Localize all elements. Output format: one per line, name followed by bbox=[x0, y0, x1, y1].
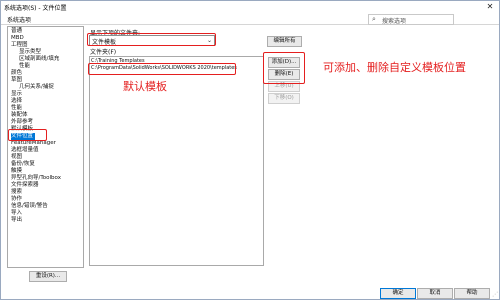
default-template-annotation: 默认模板 bbox=[123, 80, 167, 93]
tree-item-area-hatch[interactable]: 区域剖面线/填充 bbox=[19, 56, 59, 63]
tree-item-hole-wizard-toolbox[interactable]: 异型孔向导/Toolbox bbox=[11, 175, 61, 182]
move-down-button[interactable]: 下移(O) bbox=[268, 93, 300, 104]
tab-system-options[interactable]: 系统选项 bbox=[7, 15, 31, 24]
tree-item-selection[interactable]: 选择 bbox=[11, 98, 22, 105]
search-placeholder: 搜索选项 bbox=[382, 18, 407, 25]
reset-button[interactable]: 重设(R)... bbox=[29, 271, 67, 282]
default-template-highlight bbox=[88, 63, 236, 75]
cancel-button[interactable]: 取消 bbox=[417, 288, 453, 299]
options-tree[interactable]: 普通 MBD 工程图 显示类型 区域剖面线/填充 性能 颜色 草图 几何关系/捕… bbox=[7, 26, 84, 268]
tree-item-view[interactable]: 视图 bbox=[11, 154, 22, 161]
tree-item-collaboration[interactable]: 协作 bbox=[11, 196, 22, 203]
tree-item-general[interactable]: 普通 bbox=[11, 28, 22, 35]
window-title: 系统选项(S) - 文件位置 bbox=[4, 5, 67, 12]
tree-item-export[interactable]: 导出 bbox=[11, 217, 22, 224]
tree-item-external-references[interactable]: 外部参考 bbox=[11, 119, 33, 126]
search-icon: ⌕ bbox=[372, 15, 376, 23]
tree-item-touch[interactable]: 触摸 bbox=[11, 168, 22, 175]
options-dialog: 系统选项(S) - 文件位置 ✕ 系统选项 ⌕ 搜索选项 普通 MBD 工程图 … bbox=[0, 0, 500, 300]
folders-list[interactable]: C:\Training Templates C:\ProgramData\Sol… bbox=[89, 56, 264, 266]
tree-item-drawings[interactable]: 工程图 bbox=[11, 42, 28, 49]
tree-item-relations-snaps[interactable]: 几何关系/捕捉 bbox=[19, 84, 54, 91]
help-button[interactable]: 帮助 bbox=[454, 288, 490, 299]
tree-item-display[interactable]: 显示 bbox=[11, 91, 22, 98]
dropdown-highlight bbox=[87, 33, 216, 46]
tree-item-performance[interactable]: 性能 bbox=[11, 105, 22, 112]
resize-grip-icon[interactable]: ⋰ bbox=[492, 291, 498, 298]
title-bar: 系统选项(S) - 文件位置 ✕ bbox=[1, 1, 499, 12]
tree-item-display-style[interactable]: 显示类型 bbox=[19, 49, 41, 56]
tree-item-spin-increments[interactable]: 选框增量值 bbox=[11, 147, 39, 154]
tree-selection-highlight bbox=[8, 129, 47, 141]
folders-label: 文件夹(F) bbox=[90, 49, 117, 56]
tree-item-drawing-performance[interactable]: 性能 bbox=[19, 63, 30, 70]
tree-item-import[interactable]: 导入 bbox=[11, 210, 22, 217]
tree-item-colors[interactable]: 颜色 bbox=[11, 70, 22, 77]
search-input[interactable]: ⌕ 搜索选项 bbox=[368, 14, 454, 25]
tree-item-search[interactable]: 搜索 bbox=[11, 189, 22, 196]
add-delete-highlight bbox=[263, 52, 305, 84]
tree-item-backup-recover[interactable]: 备份/恢复 bbox=[11, 161, 35, 168]
close-icon[interactable]: ✕ bbox=[482, 1, 498, 12]
ok-button[interactable]: 确定 bbox=[380, 288, 416, 299]
tree-item-sketch[interactable]: 草图 bbox=[11, 77, 22, 84]
tree-item-featuremanager[interactable]: FeatureManager bbox=[11, 140, 56, 147]
tree-item-mbd[interactable]: MBD bbox=[11, 35, 24, 42]
tree-item-file-explorer[interactable]: 文件探索器 bbox=[11, 182, 39, 189]
tree-item-assemblies[interactable]: 装配体 bbox=[11, 112, 28, 119]
edit-all-button[interactable]: 编辑所有 bbox=[267, 36, 302, 47]
tree-item-messages-errors-warnings[interactable]: 信息/错误/警告 bbox=[11, 203, 48, 210]
add-delete-annotation: 可添加、删除自定义模板位置 bbox=[323, 61, 466, 74]
